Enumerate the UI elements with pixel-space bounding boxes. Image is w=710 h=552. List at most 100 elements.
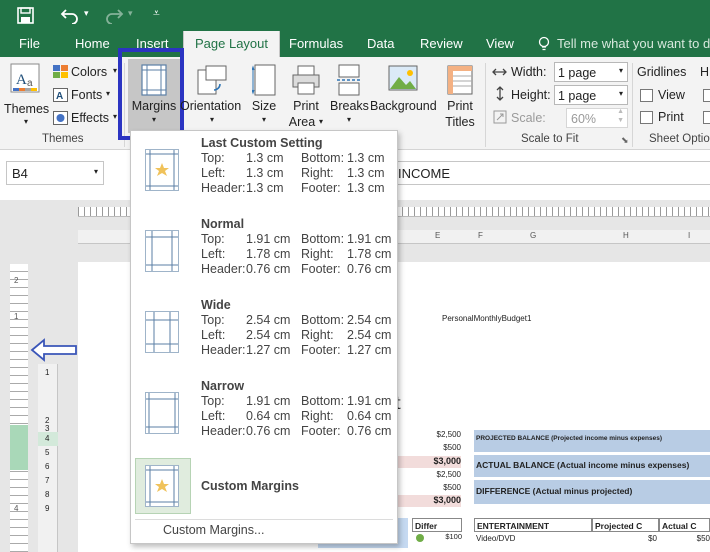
orientation-button[interactable]: Orientation ▾: [180, 59, 242, 133]
arrow-left-icon: [30, 338, 77, 362]
group-label-sheet-options: Sheet Options: [649, 133, 710, 145]
name-box-dropdown-icon: ▾: [93, 167, 98, 176]
print-area-icon: [292, 65, 320, 95]
tab-review[interactable]: Review: [420, 31, 463, 57]
tell-me-box[interactable]: Tell me what you want to do...: [557, 31, 710, 57]
fonts-icon: A: [53, 88, 68, 102]
amount-cell: $500: [443, 483, 461, 492]
save-icon[interactable]: [17, 7, 34, 24]
gridlines-print-label: Print: [658, 110, 684, 124]
option-title: Last Custom Setting: [201, 136, 323, 150]
formula-input[interactable]: INCOME: [398, 161, 710, 185]
differ-header: Differ: [412, 518, 462, 532]
print-titles-icon: [447, 65, 473, 95]
print-area-button[interactable]: Print Area ▾: [286, 59, 326, 133]
margin-preview-icon: [145, 230, 179, 272]
themes-button[interactable]: Aa Themes ▾: [4, 61, 49, 131]
page-header-text: PersonalMonthlyBudget1: [442, 314, 532, 323]
headings-view-checkbox[interactable]: [703, 89, 710, 102]
footer-value: 1.27 cm: [347, 343, 392, 357]
undo-dropdown-icon[interactable]: ▾: [84, 8, 89, 19]
print-area-dropdown-icon: ▾: [319, 117, 324, 126]
right-label: Right:: [301, 328, 334, 342]
tab-data[interactable]: Data: [367, 31, 394, 57]
redo-dropdown-icon: ▾: [128, 8, 133, 18]
footer-value: 0.76 cm: [347, 424, 392, 438]
margins-option-normal[interactable]: Normal Top: 1.91 cm Bottom: 1.91 cm Left…: [135, 214, 394, 294]
scale-value: 60%: [571, 112, 597, 126]
header-label: Header:: [201, 262, 246, 276]
right-value: 0.64 cm: [347, 409, 392, 423]
margin-preview-icon: [145, 149, 179, 191]
colors-icon: [53, 65, 68, 78]
svg-text:A: A: [56, 91, 63, 102]
projected-value-cell: $0: [648, 534, 657, 543]
top-label: Top:: [201, 313, 225, 327]
margins-option-last-custom[interactable]: Last Custom Setting Top: 1.3 cm Bottom: …: [135, 133, 394, 213]
effects-button[interactable]: Effects ▾: [53, 109, 121, 127]
breaks-dropdown-icon: ▾: [346, 115, 351, 124]
right-value: 1.78 cm: [347, 247, 392, 261]
amount-total-cell: $3,000: [398, 495, 461, 507]
tab-file[interactable]: File: [19, 31, 40, 57]
left-value: 2.54 cm: [246, 328, 291, 342]
left-label: Left:: [201, 409, 226, 423]
status-dot: [416, 534, 424, 542]
left-label: Left:: [201, 166, 226, 180]
projected-balance-cell: PROJECTED BALANCE (Projected income minu…: [474, 430, 710, 452]
scale-icon: [493, 110, 507, 124]
right-label: Right:: [301, 409, 334, 423]
footer-value: 0.76 cm: [347, 262, 392, 276]
margins-menu: Last Custom Setting Top: 1.3 cm Bottom: …: [130, 130, 398, 544]
col-header-i: I: [688, 231, 691, 240]
bottom-value: 1.91 cm: [347, 394, 392, 408]
col-header-e: E: [435, 231, 441, 240]
fonts-button[interactable]: A Fonts ▾: [53, 86, 121, 104]
footer-value: 1.3 cm: [347, 181, 385, 195]
headings-print-checkbox[interactable]: [703, 111, 710, 124]
size-button[interactable]: Size ▾: [246, 59, 282, 133]
row-header: 8: [45, 490, 50, 499]
name-box-value: B4: [12, 166, 28, 181]
ruler-highlight: [10, 425, 28, 470]
tab-formulas[interactable]: Formulas: [289, 31, 343, 57]
colors-button[interactable]: Colors ▾: [53, 63, 121, 81]
effects-dropdown-icon: ▾: [113, 112, 118, 121]
margins-option-wide[interactable]: Wide Top: 2.54 cm Bottom: 2.54 cm Left: …: [135, 295, 394, 375]
margins-option-narrow[interactable]: Narrow Top: 1.91 cm Bottom: 1.91 cm Left…: [135, 376, 394, 456]
width-label: Width:: [511, 65, 547, 79]
background-icon: [388, 65, 418, 91]
height-label: Height:: [511, 88, 551, 102]
breaks-button[interactable]: Breaks ▾: [330, 59, 369, 133]
gridlines-print-checkbox[interactable]: [640, 111, 653, 124]
scale-dialog-launcher-icon[interactable]: ⬊: [621, 135, 629, 146]
header-label: Header:: [201, 424, 246, 438]
svg-text:A: A: [16, 72, 27, 88]
col-header-g: G: [530, 231, 537, 240]
width-select[interactable]: 1 page ▾: [554, 62, 628, 82]
height-select[interactable]: 1 page ▾: [554, 85, 628, 105]
top-value: 1.91 cm: [246, 394, 291, 408]
header-label: Header:: [201, 343, 246, 357]
right-value: 1.3 cm: [347, 166, 385, 180]
right-label: Right:: [301, 247, 334, 261]
tab-view[interactable]: View: [486, 31, 514, 57]
custom-margins-link[interactable]: Custom Margins...: [163, 523, 264, 537]
customize-toolbar-icon[interactable]: ⩡: [153, 6, 160, 21]
header-value: 0.76 cm: [246, 424, 291, 438]
gridlines-view-checkbox[interactable]: [640, 89, 653, 102]
background-button[interactable]: Background: [370, 59, 437, 133]
margin-guides: [146, 150, 178, 190]
size-dropdown-icon: ▾: [261, 115, 266, 124]
video-dvd-cell: Video/DVD: [476, 534, 516, 543]
actual-value-cell: $50: [696, 534, 710, 543]
lightbulb-icon: [538, 36, 550, 51]
tab-home[interactable]: Home: [75, 31, 110, 57]
margins-option-custom[interactable]: Custom Margins: [135, 457, 394, 515]
option-title: Wide: [201, 298, 231, 312]
undo-icon[interactable]: [60, 6, 80, 24]
print-titles-button[interactable]: Print Titles: [440, 59, 480, 133]
name-box[interactable]: B4 ▾: [6, 161, 104, 185]
col-header-f: F: [478, 231, 483, 240]
tab-page-layout[interactable]: Page Layout: [183, 31, 281, 57]
